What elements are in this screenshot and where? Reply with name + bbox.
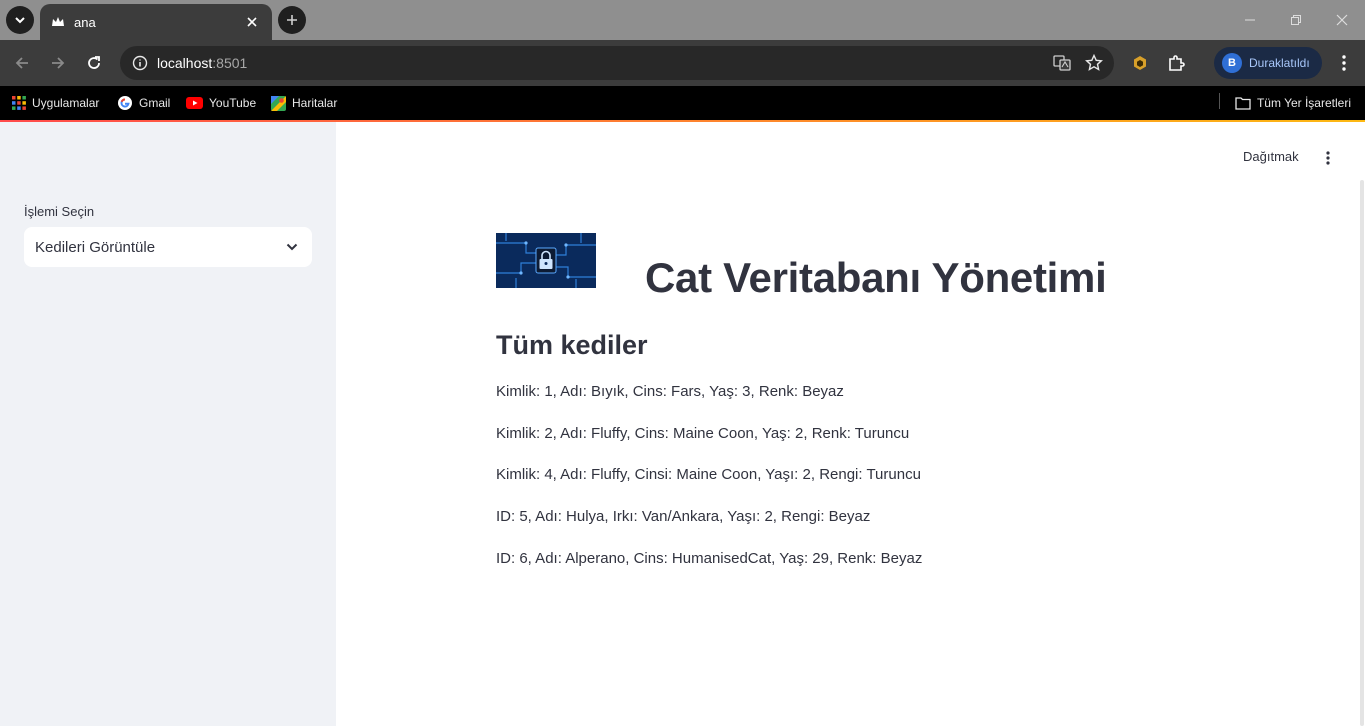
browser-toolbar: localhost:8501 B Duraklatıldı (0, 40, 1365, 86)
address-bar[interactable]: localhost:8501 (120, 46, 1114, 80)
close-icon (1336, 14, 1348, 26)
url-text: localhost:8501 (157, 55, 247, 71)
bookmark-label: Gmail (139, 96, 171, 110)
plus-icon (287, 15, 297, 25)
site-info-icon[interactable] (130, 53, 150, 73)
bookmark-label: Haritalar (292, 96, 338, 110)
cat-list: Kimlik: 1, Adı: Bıyık, Cins: Fars, Yaş: … (496, 383, 922, 591)
tab-title: ana (74, 14, 96, 30)
extensions-puzzle-icon[interactable] (1162, 49, 1190, 77)
youtube-icon (186, 97, 203, 109)
main-content: Dağıtmak Cat Veritabanı Yönetimi Tüm ked… (336, 122, 1365, 726)
profile-button[interactable]: B Duraklatıldı (1214, 47, 1322, 79)
bookmarks-bar: Uygulamalar Gmail YouTube Haritalar Tüm … (0, 86, 1365, 120)
list-item: ID: 5, Adı: Hulya, Irkı: Van/Ankara, Yaş… (496, 508, 871, 526)
tab-search-button[interactable] (6, 6, 34, 34)
reload-button[interactable] (80, 49, 108, 77)
close-window-button[interactable] (1319, 0, 1365, 40)
restore-button[interactable] (1273, 0, 1319, 40)
maps-icon (271, 95, 286, 111)
browser-menu-button[interactable] (1330, 49, 1358, 77)
window-controls (1227, 0, 1365, 40)
app-menu-button[interactable] (1316, 146, 1340, 170)
more-vertical-icon (1342, 55, 1346, 71)
chevron-down-icon (272, 243, 312, 251)
minimize-button[interactable] (1227, 0, 1273, 40)
minimize-icon (1245, 19, 1255, 21)
bookmark-star-icon[interactable] (1082, 51, 1106, 75)
bookmark-label: Uygulamalar (32, 96, 100, 110)
browser-tab[interactable]: ana (40, 4, 272, 40)
new-tab-button[interactable] (278, 6, 306, 34)
back-button[interactable] (8, 49, 36, 77)
tab-strip: ana (0, 0, 1365, 40)
google-icon (118, 96, 132, 110)
bookmarks-divider (1219, 93, 1220, 109)
bookmark-label: YouTube (209, 96, 257, 110)
bookmark-youtube[interactable]: YouTube (186, 92, 256, 114)
more-vertical-icon (1326, 151, 1330, 165)
all-bookmarks-label: Tüm Yer İşaretleri (1256, 96, 1351, 110)
avatar: B (1222, 53, 1242, 73)
profile-status: Duraklatıldı (1249, 56, 1310, 70)
section-title: Tüm kediler (496, 330, 648, 360)
sidebar: İşlemi Seçin Kedileri Görüntüle (0, 122, 336, 726)
reload-icon (88, 56, 100, 69)
forward-button[interactable] (44, 49, 72, 77)
bookmark-maps[interactable]: Haritalar (271, 92, 337, 114)
list-item: Kimlik: 4, Adı: Fluffy, Cinsi: Maine Coo… (496, 466, 921, 484)
operation-select[interactable]: Kedileri Görüntüle (24, 227, 312, 267)
translate-icon[interactable] (1050, 51, 1074, 75)
bookmark-gmail[interactable]: Gmail (117, 92, 170, 114)
security-chip-image (496, 233, 596, 288)
apps-grid-icon (12, 96, 26, 110)
all-bookmarks-button[interactable]: Tüm Yer İşaretleri (1235, 92, 1351, 114)
select-value: Kedileri Görüntüle (35, 238, 156, 256)
folder-icon (1235, 97, 1251, 110)
arrow-left-icon (15, 57, 28, 69)
bookmark-apps[interactable]: Uygulamalar (12, 92, 99, 114)
list-item: Kimlik: 2, Adı: Fluffy, Cins: Maine Coon… (496, 424, 910, 442)
list-item: Kimlik: 1, Adı: Bıyık, Cins: Fars, Yaş: … (496, 383, 844, 400)
scrollbar[interactable] (1360, 180, 1364, 726)
list-item: ID: 6, Adı: Alperano, Cins: HumanisedCat… (496, 549, 923, 567)
deploy-button[interactable]: Dağıtmak (1243, 149, 1299, 164)
extension-cube-icon[interactable] (1126, 49, 1154, 77)
url-port: :8501 (212, 55, 248, 71)
chevron-down-icon (15, 17, 25, 24)
address-bar-actions (1050, 51, 1106, 75)
select-label: İşlemi Seçin (24, 204, 95, 219)
close-tab-icon[interactable] (242, 12, 262, 32)
streamlit-crown-icon (50, 14, 66, 30)
page-title: Cat Veritabanı Yönetimi (645, 254, 1107, 301)
arrow-right-icon (52, 57, 65, 69)
url-host: localhost (157, 55, 213, 71)
restore-icon (1291, 15, 1301, 25)
